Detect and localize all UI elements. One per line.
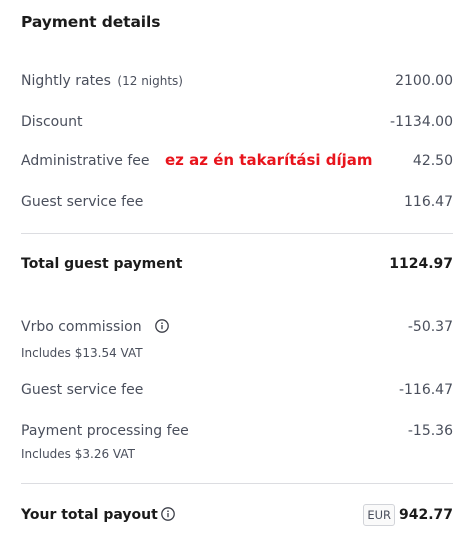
- currency-badge: EUR: [363, 504, 395, 526]
- divider: [21, 233, 453, 234]
- guest-service-fee-deduction-value: -116.47: [398, 382, 453, 398]
- nightly-rates-value: 2100.00: [395, 73, 453, 89]
- total-payout-label: Your total payout: [21, 507, 158, 523]
- total-payout-row: Your total payout EUR 942.77: [21, 504, 453, 529]
- total-guest-payment-label: Total guest payment: [21, 256, 183, 272]
- vrbo-commission-value: -50.37: [407, 319, 453, 335]
- info-circle-icon[interactable]: [161, 506, 175, 521]
- total-payout-value: 942.77: [398, 507, 453, 523]
- discount-row: Discount -1134.00: [21, 114, 453, 136]
- nightly-rates-row: Nightly rates (12 nights) 2100.00: [21, 73, 453, 95]
- guest-service-fee-label: Guest service fee: [21, 194, 144, 210]
- payment-processing-fee-row: Payment processing fee -15.36: [21, 423, 453, 445]
- guest-service-fee-row: Guest service fee 116.47: [21, 194, 453, 216]
- discount-label: Discount: [21, 114, 83, 130]
- payment-details-panel: Payment details Nightly rates (12 nights…: [21, 0, 453, 533]
- administrative-fee-value: 42.50: [412, 153, 453, 169]
- vrbo-commission-row: Vrbo commission -50.37: [21, 319, 453, 341]
- payment-processing-fee-label: Payment processing fee: [21, 423, 189, 439]
- discount-value: -1134.00: [390, 114, 453, 130]
- payment-processing-vat: Includes $3.26 VAT: [21, 447, 135, 461]
- guest-service-fee-deduction-row: Guest service fee -116.47: [21, 382, 453, 404]
- nightly-rates-label: Nightly rates (12 nights): [21, 73, 183, 89]
- guest-service-fee-deduction-label: Guest service fee: [21, 382, 144, 398]
- nights-count: (12 nights): [117, 74, 183, 88]
- total-guest-payment-row: Total guest payment 1124.97: [21, 256, 453, 278]
- red-annotation: ez az én takarítási díjam: [165, 151, 373, 169]
- vrbo-commission-label: Vrbo commission: [21, 319, 142, 335]
- payment-processing-fee-value: -15.36: [407, 423, 453, 439]
- nightly-rates-text: Nightly rates: [21, 73, 111, 89]
- divider: [21, 483, 453, 484]
- total-guest-payment-value: 1124.97: [389, 256, 453, 272]
- page-title: Payment details: [21, 13, 161, 31]
- guest-service-fee-value: 116.47: [404, 194, 453, 210]
- administrative-fee-label: Administrative fee: [21, 153, 150, 169]
- vrbo-commission-vat: Includes $13.54 VAT: [21, 346, 143, 360]
- info-circle-icon[interactable]: [155, 318, 169, 333]
